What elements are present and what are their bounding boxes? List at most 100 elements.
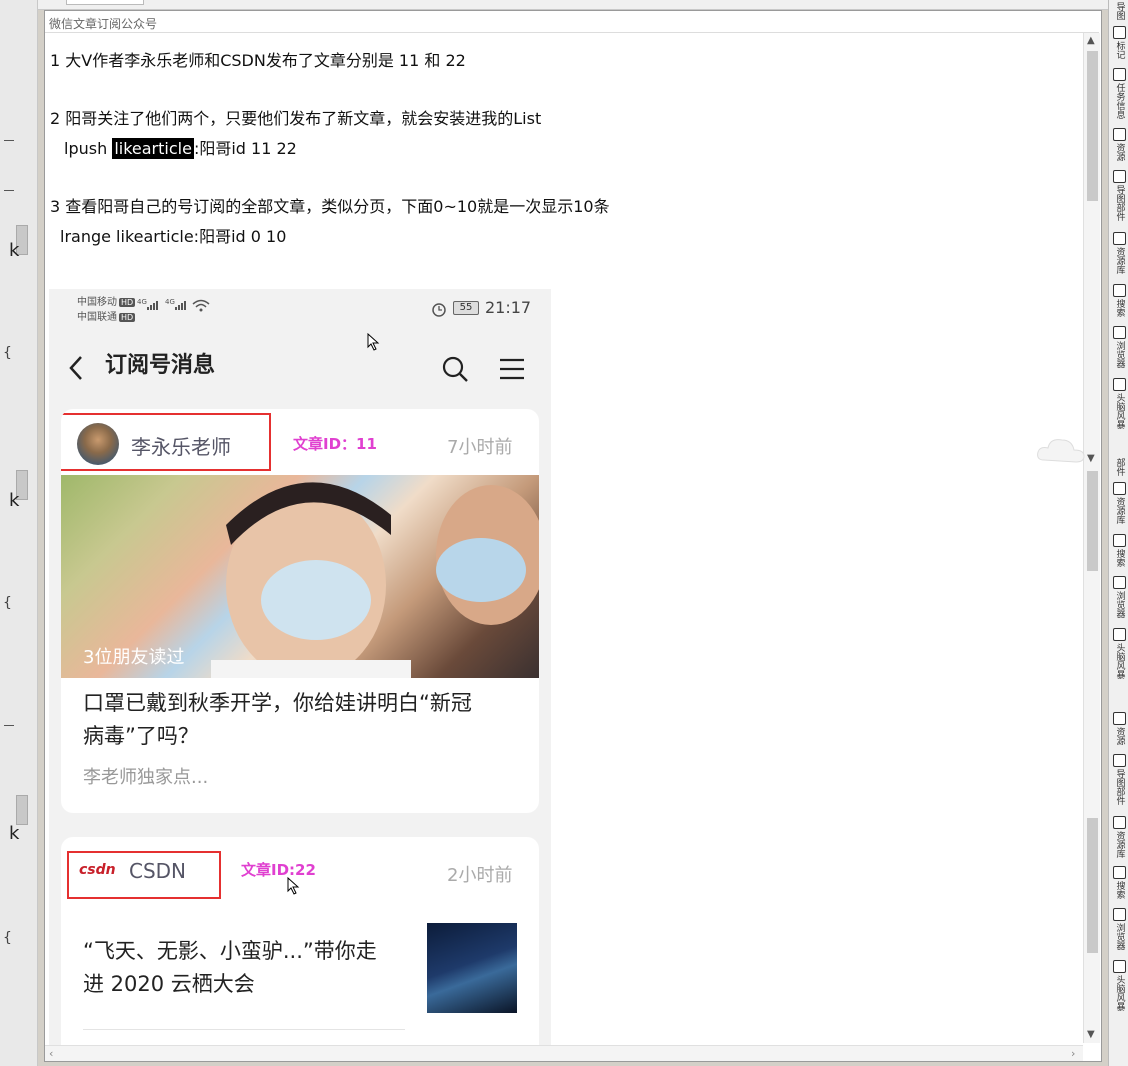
text-line-5: lrange likearticle:阳哥id 0 10 <box>60 227 287 246</box>
toolbar-item-task[interactable]: 任务信息 <box>1110 68 1128 119</box>
gutter-tick <box>4 140 14 141</box>
gutter-scroll-thumb[interactable] <box>16 795 28 825</box>
time-ago: 7小时前 <box>447 437 513 458</box>
vertical-scrollbar[interactable]: ▲ ▼ ▼ <box>1083 33 1100 1043</box>
gutter-tick <box>4 725 14 726</box>
gutter-brace: { <box>3 345 12 361</box>
search-icon[interactable] <box>441 355 469 383</box>
toolbar-item-brainstorm[interactable]: 头脑风暴 <box>1110 378 1128 429</box>
toolbar-item-resource[interactable]: 资源 <box>1110 128 1128 161</box>
scroll-down-arrow[interactable]: ▼ <box>1087 453 1095 464</box>
scroll-down-arrow[interactable]: ▼ <box>1087 1029 1095 1040</box>
toolbar-item-browser[interactable]: 浏览器 <box>1110 908 1128 950</box>
gutter-brace: { <box>3 930 12 946</box>
toolbar-item-search[interactable]: 搜索 <box>1110 534 1128 567</box>
library-icon <box>1112 232 1126 245</box>
top-strip <box>38 0 1108 10</box>
article-title-line-1[interactable]: “飞天、无影、小蛮驴...”带你走 <box>83 935 377 968</box>
alarm-icon <box>432 303 446 317</box>
editor-window: 微信文章订阅公众号 1 大V作者李永乐老师和CSDN发布了文章分别是 11 和 … <box>44 10 1102 1062</box>
gutter-mark: k <box>9 240 20 261</box>
command-args: :阳哥id 11 22 <box>193 139 297 158</box>
gutter-mark: k <box>9 490 20 511</box>
bulb-icon <box>1112 960 1126 973</box>
toolbar-item-brainstorm[interactable]: 头脑风暴 <box>1110 960 1128 1011</box>
toolbar-item-library[interactable]: 资源库 <box>1110 232 1128 274</box>
toolbar-item-search[interactable]: 搜索 <box>1110 284 1128 317</box>
toolbar-item-browser[interactable]: 浏览器 <box>1110 576 1128 618</box>
toolbar-item-library[interactable]: 资源库 <box>1110 482 1128 524</box>
gutter-tick <box>4 190 14 191</box>
toolbar-item-search[interactable]: 搜索 <box>1110 866 1128 899</box>
bulb-icon <box>1112 378 1126 391</box>
command-text: lpush <box>64 139 113 158</box>
bulb-icon <box>1112 628 1126 641</box>
article-card-1[interactable]: 李永乐老师 文章ID：11 7小时前 3位朋友读过 口罩已戴到秋季开学，你给娃讲… <box>61 409 539 813</box>
person-icon <box>1112 712 1126 725</box>
widget-icon <box>1112 754 1126 767</box>
signal-label: 4G <box>137 298 147 306</box>
article-title-line-2[interactable]: 进 2020 云栖大会 <box>83 968 255 1001</box>
avatar[interactable] <box>77 423 119 465</box>
browser-icon <box>1112 326 1126 339</box>
toolbar-item-mindmap[interactable]: 导图 <box>1110 2 1128 20</box>
mouse-cursor-icon <box>367 333 380 351</box>
gutter-mark: k <box>9 823 20 844</box>
signal-label-2: 4G <box>165 298 175 306</box>
article-title-line-1[interactable]: 口罩已戴到秋季开学，你给娃讲明白“新冠 <box>83 687 472 720</box>
chevron-left-icon[interactable] <box>67 355 87 381</box>
top-tab[interactable] <box>66 0 144 5</box>
signal-wifi-icon: 4G 4G <box>137 298 210 312</box>
floating-cloud-icon[interactable] <box>1036 434 1086 464</box>
scroll-left-arrow[interactable]: ‹ <box>49 1047 53 1060</box>
library-icon <box>1112 816 1126 829</box>
article-id: 文章ID:22 <box>241 861 316 879</box>
scroll-thumb[interactable] <box>1087 51 1098 201</box>
divider <box>83 1029 405 1030</box>
article-id: 文章ID：11 <box>293 435 377 453</box>
battery-indicator: 55 <box>453 301 479 315</box>
toolbar-item-widget[interactable]: 导图部件 <box>1110 754 1128 805</box>
person-icon <box>1112 128 1126 141</box>
article-title-line-2[interactable]: 病毒”了吗？ <box>83 720 199 753</box>
status-carrier-1: 中国移动 HD <box>77 297 136 308</box>
task-icon <box>1112 68 1126 81</box>
text-line-4: 3 查看阳哥自己的号订阅的全部文章，类似分页，下面0~10就是一次显示10条 <box>50 197 610 216</box>
article-thumbnail[interactable] <box>427 923 517 1013</box>
scroll-thumb[interactable] <box>1087 818 1098 953</box>
search-icon <box>1112 534 1126 547</box>
toolbar-item-browser[interactable]: 浏览器 <box>1110 326 1128 368</box>
toolbar-item-widget[interactable]: 导图部件 <box>1110 170 1128 221</box>
text-line-2: 2 阳哥关注了他们两个，只要他们发布了新文章，就会安装进我的List <box>50 109 542 128</box>
library-icon <box>1112 482 1126 495</box>
toolbar-item-parts[interactable]: 部件 <box>1110 458 1128 476</box>
article-card-2[interactable]: csdn CSDN 文章ID:22 2小时前 “飞天、无影、小蛮驴...”带你走… <box>61 837 539 1049</box>
toolbar-item-brainstorm[interactable]: 头脑风暴 <box>1110 628 1128 679</box>
text-line-1: 1 大V作者李永乐老师和CSDN发布了文章分别是 11 和 22 <box>50 51 466 70</box>
search-icon <box>1112 284 1126 297</box>
widget-icon <box>1112 170 1126 183</box>
scroll-right-arrow[interactable]: › <box>1071 1047 1075 1060</box>
selected-text[interactable]: likearticle <box>112 138 194 159</box>
author-name[interactable]: 李永乐老师 <box>131 431 231 460</box>
right-toolbar: 导图 标记 任务信息 资源 导图部件 资源库 搜索 浏览器 头脑风暴 部件 资源… <box>1108 0 1128 1066</box>
author-name[interactable]: CSDN <box>129 859 186 883</box>
csdn-logo: csdn <box>79 862 116 878</box>
toolbar-item-resource[interactable]: 资源 <box>1110 712 1128 745</box>
search-icon <box>1112 866 1126 879</box>
status-time: 21:17 <box>485 298 532 317</box>
left-gutter-pane: k { k { k { <box>0 0 38 1066</box>
gutter-brace: { <box>3 595 12 611</box>
browser-icon <box>1112 908 1126 921</box>
horizontal-scrollbar[interactable]: ‹ › <box>45 1045 1083 1061</box>
page-title: 订阅号消息 <box>105 353 216 378</box>
article-summary: 李老师独家点... <box>83 767 209 788</box>
phone-screenshot: 中国移动 HD 中国联通 HD 4G 4G 55 21:17 订阅号消息 李永乐老师 <box>49 289 551 1049</box>
menu-icon[interactable] <box>499 357 525 381</box>
toolbar-item-library[interactable]: 资源库 <box>1110 816 1128 858</box>
window-title: 微信文章订阅公众号 <box>45 11 1099 33</box>
scroll-up-arrow[interactable]: ▲ <box>1087 35 1095 46</box>
scroll-thumb[interactable] <box>1087 471 1098 571</box>
toolbar-item-mark[interactable]: 标记 <box>1110 26 1128 59</box>
article-image[interactable]: 3位朋友读过 <box>61 475 539 678</box>
